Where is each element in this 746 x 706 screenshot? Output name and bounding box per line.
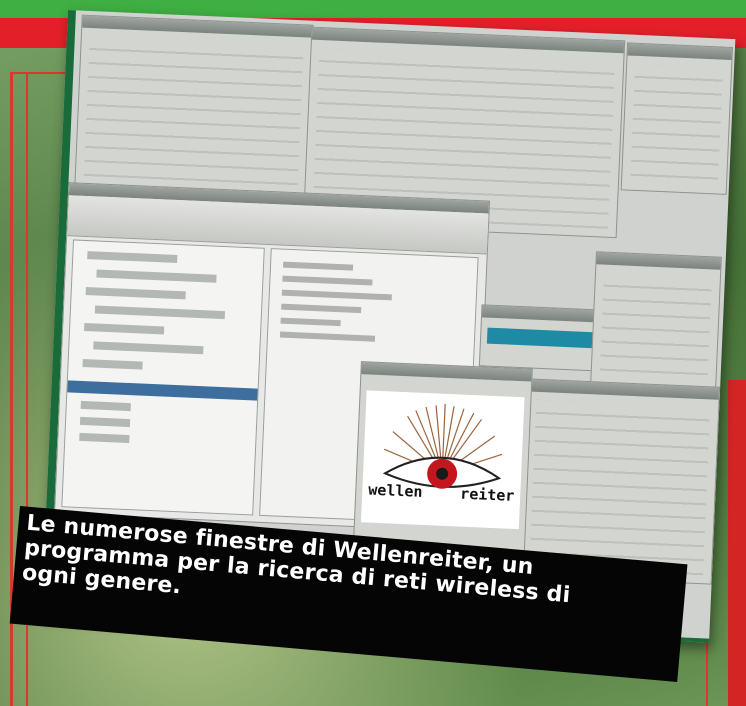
settings-window-left (74, 14, 314, 203)
tree-row (79, 416, 131, 428)
tree-row (84, 323, 165, 335)
tree-row (94, 305, 226, 320)
window-fields (629, 63, 724, 188)
about-window: wellen reiter (352, 361, 533, 561)
tree-row (85, 287, 186, 300)
window-fields (529, 399, 711, 578)
window-fields (83, 35, 304, 196)
tree-row (93, 341, 204, 355)
logo-word-left: wellen (368, 481, 423, 501)
right-red-panel (728, 380, 746, 706)
tree-row (82, 358, 143, 370)
wellenreiter-logo: wellen reiter (368, 403, 515, 505)
detail-line (282, 261, 354, 271)
network-tree (61, 239, 265, 516)
detail-line (281, 303, 362, 314)
window-titlebar (82, 15, 313, 38)
detail-line (281, 289, 392, 301)
tree-row (79, 432, 130, 444)
window-titlebar (596, 252, 721, 270)
detail-line (280, 317, 341, 327)
tree-row (80, 400, 131, 412)
tree-row (96, 269, 217, 283)
detail-line (279, 331, 376, 342)
tree-selected-row (67, 380, 258, 401)
list-window-right (620, 42, 734, 195)
logo-area: wellen reiter (360, 390, 525, 530)
tree-row (87, 251, 178, 263)
window-titlebar (627, 43, 732, 60)
detail-line (282, 275, 373, 286)
logo-word-right: reiter (460, 485, 515, 505)
